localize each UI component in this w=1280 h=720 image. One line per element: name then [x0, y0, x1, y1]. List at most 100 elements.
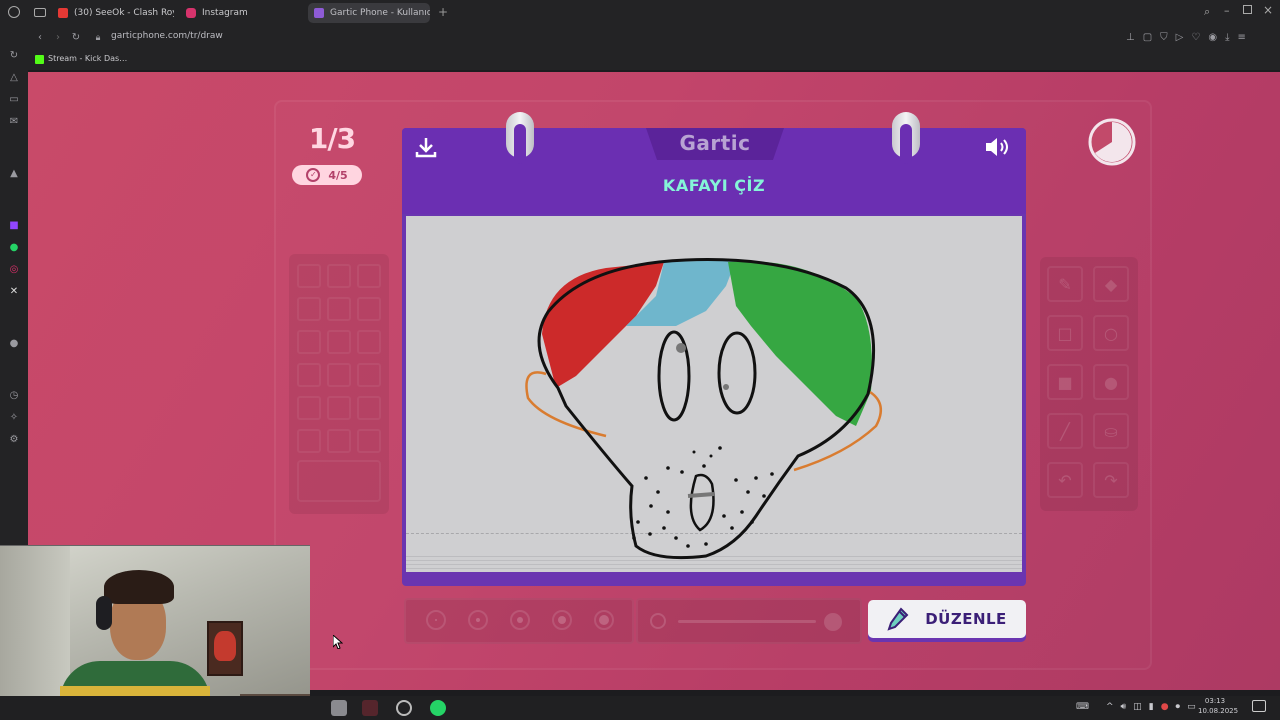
eraser-tool[interactable]: ◆: [1093, 266, 1129, 302]
mail-icon[interactable]: ✉: [8, 116, 20, 128]
line-tool[interactable]: ╱: [1047, 413, 1083, 449]
stubble-dots: [632, 446, 774, 548]
tab-view-icon[interactable]: [34, 8, 46, 17]
circle-fill-tool[interactable]: ●: [1093, 364, 1129, 400]
reload-icon[interactable]: ↻: [70, 31, 82, 45]
menu-icon[interactable]: ≡: [1238, 32, 1246, 43]
palette-color-slot[interactable]: [357, 297, 381, 321]
download-drawing-icon[interactable]: [414, 135, 438, 159]
fill-bucket-tool[interactable]: ⛀: [1093, 413, 1129, 449]
clock-icon[interactable]: ◷: [8, 390, 20, 402]
pencil-icon: ✎: [1058, 274, 1072, 294]
media-app-icon[interactable]: [362, 700, 378, 716]
spaces-icon[interactable]: ▲: [8, 168, 20, 180]
shield-icon[interactable]: ⛉: [1160, 32, 1168, 43]
calculator-app-icon[interactable]: [331, 700, 347, 716]
mouse-cursor-icon: [333, 635, 343, 649]
browser-menu-icon[interactable]: [8, 6, 20, 18]
instagram-sidebar-icon[interactable]: ◎: [8, 264, 20, 276]
palette-color-slot[interactable]: [297, 396, 321, 420]
new-tab-icon[interactable]: +: [438, 5, 448, 19]
close-icon[interactable]: ×: [1263, 3, 1273, 17]
whatsapp-app-icon[interactable]: [430, 700, 446, 716]
lock-icon: 🔒︎: [95, 33, 101, 43]
x-icon[interactable]: ✕: [8, 286, 20, 298]
keyboard-icon[interactable]: ⌨: [1076, 702, 1089, 712]
undo-tool[interactable]: ↶: [1047, 462, 1083, 498]
play-icon[interactable]: ▷: [1176, 32, 1184, 43]
palette-color-slot[interactable]: [327, 330, 351, 354]
palette-color-slot[interactable]: [357, 363, 381, 387]
palette-color-slot[interactable]: [297, 363, 321, 387]
download-icon[interactable]: ⤓: [1225, 32, 1229, 43]
webcam-poster: [207, 621, 243, 676]
pencil-tool[interactable]: ✎: [1047, 266, 1083, 302]
round-counter: 1/3: [308, 122, 356, 155]
palette-color-slot[interactable]: [327, 396, 351, 420]
sound-icon[interactable]: [984, 135, 1014, 159]
opacity-slider[interactable]: [678, 620, 816, 623]
eraser-icon: ◆: [1104, 274, 1118, 294]
taskbar-clock[interactable]: 03:13 10.08.2025: [1198, 696, 1238, 716]
palette-color-slot[interactable]: [327, 264, 351, 288]
palette-color-slot[interactable]: [327, 297, 351, 321]
circle-outline-tool[interactable]: ○: [1093, 315, 1129, 351]
opacity-slider-handle[interactable]: [824, 613, 842, 631]
screenshot-icon[interactable]: ▢: [1143, 32, 1152, 43]
pin-icon[interactable]: ⊥: [1126, 32, 1135, 43]
palette-color-slot[interactable]: [297, 330, 321, 354]
heart-icon[interactable]: ♡: [1191, 32, 1200, 43]
account-icon[interactable]: ◉: [1208, 32, 1217, 43]
extensions-icon[interactable]: ✧: [8, 412, 20, 424]
opera-app-icon[interactable]: [396, 700, 412, 716]
back-icon[interactable]: ‹: [34, 31, 46, 45]
gartic-logo: Gartic: [679, 131, 751, 155]
chevron-up-icon[interactable]: ^: [1106, 702, 1114, 712]
palette-color-slot[interactable]: [327, 429, 351, 453]
custom-color-swatch[interactable]: [297, 460, 381, 502]
rectangle-fill-tool[interactable]: ■: [1047, 364, 1083, 400]
palette-color-slot[interactable]: [357, 330, 381, 354]
rectangle-outline-tool[interactable]: □: [1047, 315, 1083, 351]
tab-bar: (30) SeeOk - Clash Roya… Instagram Garti…: [0, 0, 1280, 26]
player-icon[interactable]: ●: [8, 338, 20, 350]
url-field[interactable]: garticphone.com/tr/draw: [111, 31, 223, 41]
tab-instagram[interactable]: Instagram: [180, 3, 302, 23]
redo-tool[interactable]: ↷: [1093, 462, 1129, 498]
palette-color-slot[interactable]: [327, 363, 351, 387]
forward-icon[interactable]: ›: [52, 31, 64, 45]
palette-color-slot[interactable]: [357, 396, 381, 420]
palette-color-slot[interactable]: [357, 264, 381, 288]
aria-icon[interactable]: △: [8, 72, 20, 84]
edit-button[interactable]: DÜZENLE: [868, 600, 1026, 638]
search-icon[interactable]: ⌕: [1204, 5, 1210, 19]
palette-color-slot[interactable]: [297, 429, 321, 453]
pencil-icon: [887, 607, 909, 631]
history-icon[interactable]: ↻: [8, 50, 20, 62]
palette-color-slot[interactable]: [297, 264, 321, 288]
whatsapp-icon[interactable]: ●: [8, 242, 20, 254]
tab-gartic[interactable]: Gartic Phone - Kullanıcı P…: [308, 3, 430, 23]
display-icon[interactable]: ▭: [1187, 702, 1196, 712]
microphone-icon[interactable]: ⏺: [1176, 702, 1181, 712]
network-icon[interactable]: ◫: [1133, 702, 1142, 712]
minimize-icon[interactable]: –: [1224, 4, 1230, 17]
maximize-icon[interactable]: [1243, 5, 1252, 14]
tab-youtube[interactable]: (30) SeeOk - Clash Roya…: [52, 3, 174, 23]
twitch-icon[interactable]: ■: [8, 220, 20, 232]
notifications-icon[interactable]: [1252, 700, 1266, 712]
settings-icon[interactable]: ⚙: [8, 434, 20, 446]
line-icon: ╱: [1060, 421, 1070, 441]
palette-color-slot[interactable]: [297, 297, 321, 321]
palette-color-slot[interactable]: [357, 429, 381, 453]
binder-ring-right: [892, 112, 920, 164]
wallet-icon[interactable]: ▭: [8, 94, 20, 106]
toolbar-icons: ⊥ ▢ ⛉ ▷ ♡ ◉ ⤓ ≡: [1126, 32, 1246, 43]
recording-icon[interactable]: ●: [1161, 702, 1169, 712]
size-dot: [476, 618, 480, 622]
volume-icon[interactable]: 🔊︎: [1121, 702, 1127, 712]
bookmark-kick[interactable]: Stream - Kick Das…: [48, 54, 127, 63]
battery-icon[interactable]: ▮: [1149, 702, 1154, 712]
square-filled-icon: ■: [1057, 372, 1073, 392]
bucket-icon: ⛀: [1104, 421, 1118, 441]
